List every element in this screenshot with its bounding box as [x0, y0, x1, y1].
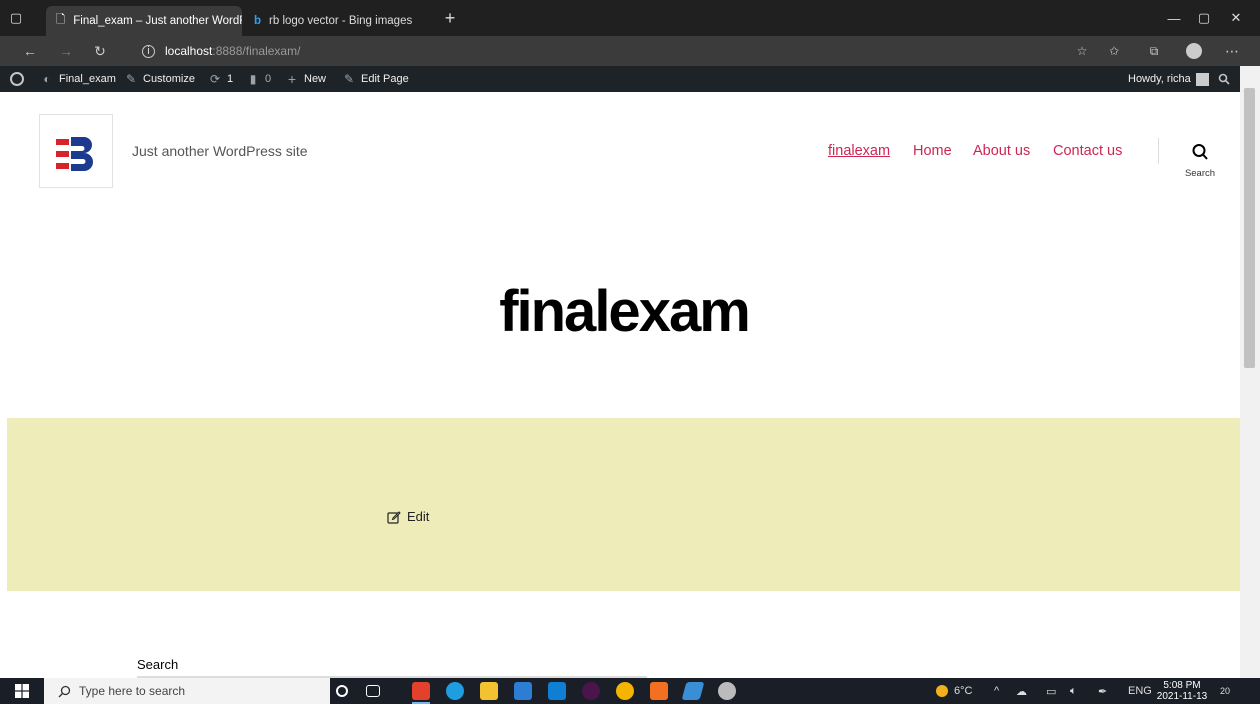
edge-icon[interactable] [446, 682, 464, 700]
widget-search-title: Search [137, 657, 179, 672]
edit-icon [387, 510, 401, 524]
comments-count: 0 [265, 73, 272, 85]
wp-admin-bar: ◐ Final_exam ✎ Customize ⟳ 1 ▮ 0 + New ✎… [0, 66, 1260, 92]
favorites-bar-icon[interactable]: ✩ [1104, 41, 1124, 61]
battery-icon[interactable]: ▭ [1046, 678, 1056, 704]
show-hidden-icons[interactable]: ^ [994, 678, 999, 704]
url-path: :8888/finalexam/ [212, 44, 301, 58]
pencil-icon: ✎ [343, 72, 355, 86]
weather-widget[interactable]: 6°C [936, 678, 972, 704]
taskbar-search-placeholder: Type here to search [79, 684, 186, 698]
tab-title: rb logo vector - Bing images [269, 15, 413, 27]
sublime-icon[interactable] [650, 682, 668, 700]
site-logo[interactable] [39, 114, 113, 188]
search-toggle-label: Search [1184, 168, 1216, 179]
howdy-label: Howdy, richa [1128, 73, 1191, 85]
menu-item-contact-us[interactable]: Contact us [1053, 143, 1122, 159]
back-icon[interactable]: ← [20, 41, 40, 61]
mail-icon[interactable] [548, 682, 566, 700]
page-scrollbar[interactable] [1240, 66, 1260, 678]
onedrive-icon[interactable]: ☁ [1016, 678, 1027, 704]
menu-item-home[interactable]: Home [913, 143, 952, 159]
page-title: finalexam [499, 279, 751, 344]
updates-icon: ⟳ [209, 72, 221, 86]
search-toggle-button[interactable]: Search [1180, 143, 1220, 183]
collections-icon[interactable]: ⧉ [1144, 41, 1164, 61]
edit-label: Edit [407, 509, 430, 524]
start-button[interactable] [0, 678, 44, 704]
browser-toolbar: ← → ↻ i localhost:8888/finalexam/ ☆ ✩ ⧉ … [0, 36, 1260, 66]
tab-final-exam[interactable]: 🗋 Final_exam – Just another WordF ✕ [46, 6, 242, 36]
edit-page-label: Edit Page [361, 73, 409, 85]
office-icon[interactable] [412, 682, 430, 700]
browser-tab-strip: ▢ 🗋 Final_exam – Just another WordF ✕ b … [0, 0, 1260, 36]
forward-icon[interactable]: → [56, 41, 76, 61]
comment-icon: ▮ [249, 72, 257, 86]
cortana-icon[interactable] [336, 685, 348, 697]
tab-title: Final_exam – Just another WordF [73, 15, 242, 27]
weather-temp: 6°C [954, 685, 973, 697]
menu-item-finalexam[interactable]: finalexam [828, 143, 890, 159]
brush-icon: ✎ [125, 72, 137, 86]
store-icon[interactable] [514, 682, 532, 700]
plus-icon: + [287, 71, 297, 87]
bing-icon: b [254, 15, 262, 27]
pen-icon[interactable]: ✒ [1098, 678, 1107, 704]
my-account-link[interactable]: Howdy, richa [1128, 66, 1209, 92]
search-icon [1192, 144, 1208, 160]
slack-icon[interactable] [582, 682, 600, 700]
site-name-label: Final_exam [59, 73, 116, 85]
menu-divider [1158, 138, 1159, 164]
search-icon [58, 685, 71, 697]
file-explorer-icon[interactable] [480, 682, 498, 700]
dashboard-icon: ◐ [43, 72, 51, 86]
language-indicator[interactable]: ENG [1128, 678, 1152, 704]
chrome-icon[interactable] [616, 682, 634, 700]
page-icon: 🗋 [56, 13, 66, 26]
wordpress-logo-icon[interactable] [10, 66, 24, 92]
new-content-link[interactable]: + New [285, 66, 326, 92]
clock-date: 2021-11-13 [1156, 691, 1208, 702]
edit-page-link[interactable]: ✎ Edit Page [342, 66, 409, 92]
favorite-icon[interactable]: ☆ [1072, 41, 1092, 61]
close-window-button[interactable]: ✕ [1226, 8, 1246, 28]
profile-avatar-icon[interactable] [1184, 41, 1204, 61]
weather-sun-icon [936, 685, 948, 697]
user-avatar [1195, 72, 1209, 86]
edit-post-link[interactable]: Edit [387, 509, 429, 524]
customize-link[interactable]: ✎ Customize [124, 66, 195, 92]
comments-link[interactable]: ▮ 0 [246, 66, 271, 92]
menu-item-about-us[interactable]: About us [973, 143, 1030, 159]
site-tagline: Just another WordPress site [132, 143, 308, 159]
refresh-icon[interactable]: ↻ [90, 41, 110, 61]
info-icon: i [142, 44, 155, 58]
site-name-link[interactable]: ◐ Final_exam [40, 66, 116, 92]
rb-logo-icon [56, 137, 93, 171]
customize-label: Customize [143, 73, 195, 85]
more-options-icon[interactable]: ⋯ [1222, 41, 1242, 61]
url-host: localhost [165, 44, 213, 58]
admin-search-icon[interactable] [1218, 66, 1230, 92]
taskbar-search-box[interactable]: Type here to search [44, 678, 330, 704]
tab-actions-icon[interactable]: ▢ [6, 8, 26, 28]
updates-link[interactable]: ⟳ 1 [208, 66, 233, 92]
clock-time: 5:08 PM [1163, 680, 1201, 691]
windows-taskbar: Type here to search 6°C ^ ☁ ▭ 🔈︎ ✒ ENG 5… [0, 678, 1260, 704]
app-icon[interactable] [718, 682, 736, 700]
tab-bing-images[interactable]: b rb logo vector - Bing images ✕ [244, 6, 438, 36]
minimize-button[interactable]: — [1164, 8, 1184, 28]
new-label: New [304, 73, 327, 85]
notification-badge[interactable]: 20 [1220, 678, 1230, 704]
app-icon[interactable] [681, 682, 705, 700]
windows-logo-icon [15, 684, 29, 698]
updates-count: 1 [227, 73, 234, 85]
new-tab-button[interactable]: + [440, 8, 460, 28]
volume-icon[interactable]: 🔈︎ [1070, 678, 1077, 704]
entry-content-block [7, 418, 1240, 591]
task-view-icon[interactable] [366, 685, 380, 697]
maximize-button[interactable]: ▢ [1194, 8, 1214, 28]
taskbar-clock[interactable]: 5:08 PM 2021-11-13 [1155, 680, 1209, 702]
